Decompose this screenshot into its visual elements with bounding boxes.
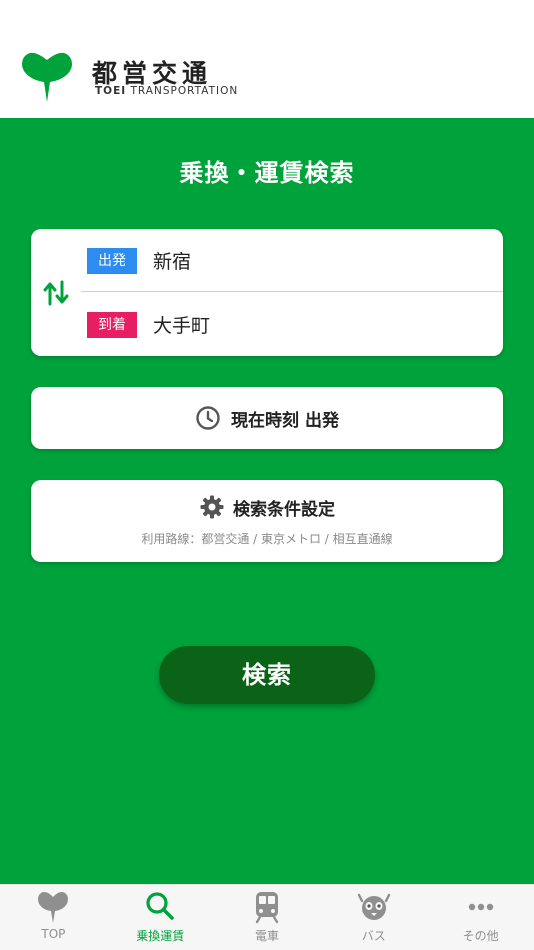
search-panel: 乗換・運賃検索 出発 新宿 到着 大手町 現在時刻 出発 検索条件設定 利用路線…	[0, 118, 534, 884]
tab-bus[interactable]: バス	[320, 885, 427, 950]
page-title: 乗換・運賃検索	[179, 159, 355, 187]
departure-time-button[interactable]: 現在時刻 出発	[31, 387, 503, 449]
clock-icon	[196, 406, 220, 430]
departure-row[interactable]: 出発 新宿	[87, 229, 503, 292]
arrival-station: 大手町	[153, 315, 211, 337]
departure-station: 新宿	[153, 251, 192, 273]
arrival-row[interactable]: 到着 大手町	[87, 293, 503, 356]
route-divider	[81, 291, 503, 292]
bottom-tab-bar: TOP 乗換運賃 電車 バス その他	[0, 884, 534, 950]
more-icon	[468, 903, 493, 911]
swap-icon[interactable]	[41, 278, 71, 308]
logo-english-text: TOEI TRANSPORTATION	[95, 85, 238, 97]
tab-bus-label: バス	[361, 929, 386, 943]
gear-icon	[200, 495, 224, 519]
logo-en-rest: TRANSPORTATION	[126, 85, 239, 97]
conditions-summary: 利用路線：都営交通 / 東京メトロ / 相互直通線	[141, 532, 393, 546]
toei-ginkgo-logo	[22, 52, 72, 102]
conditions-header: 検索条件設定	[31, 494, 503, 520]
route-card: 出発 新宿 到着 大手町	[31, 229, 503, 356]
tab-train[interactable]: 電車	[214, 885, 321, 950]
search-icon	[146, 892, 174, 920]
tab-top[interactable]: TOP	[0, 885, 107, 950]
ginkgo-icon	[38, 892, 69, 923]
logo-en-bold: TOEI	[95, 85, 127, 97]
arrival-tag: 到着	[87, 311, 137, 338]
conditions-label: 検索条件設定	[233, 499, 335, 520]
tab-top-label: TOP	[41, 927, 66, 941]
tab-transfer-fare-label: 乗換運賃	[136, 929, 185, 943]
search-conditions-button[interactable]: 検索条件設定 利用路線：都営交通 / 東京メトロ / 相互直通線	[31, 480, 503, 562]
tab-other-label: その他	[462, 929, 499, 943]
tab-train-label: 電車	[254, 929, 279, 943]
departure-tag: 出発	[87, 247, 137, 274]
train-icon	[255, 892, 279, 924]
tab-transfer-fare[interactable]: 乗換運賃	[107, 885, 214, 950]
bus-mascot-icon	[357, 893, 390, 920]
tab-other[interactable]: その他	[427, 885, 534, 950]
app-header: 都営交通 TOEI TRANSPORTATION	[0, 0, 534, 118]
search-button[interactable]: 検索	[159, 646, 375, 704]
departure-time-label: 現在時刻 出発	[231, 410, 339, 431]
